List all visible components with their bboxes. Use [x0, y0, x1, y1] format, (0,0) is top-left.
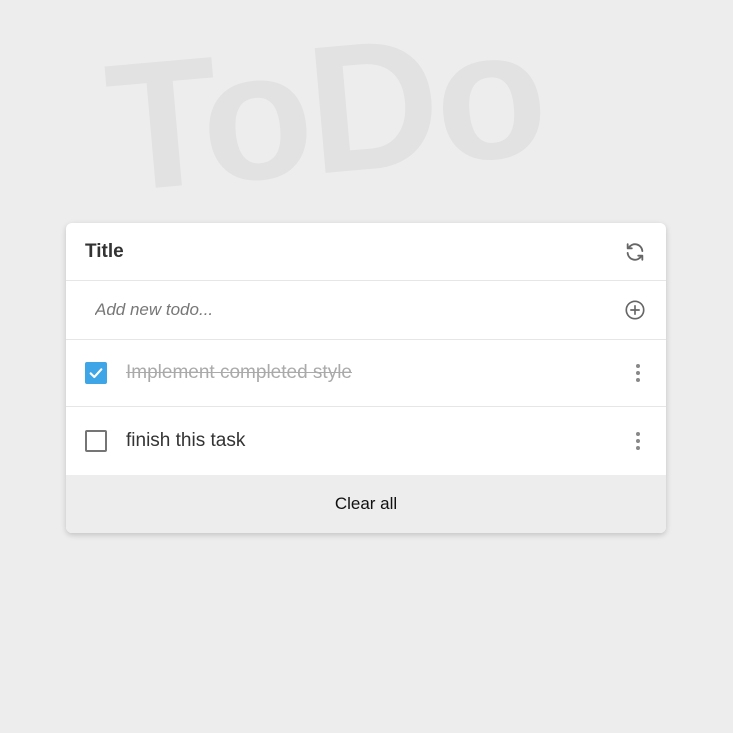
- add-circle-icon: [625, 300, 645, 320]
- todo-item: finish this task: [66, 407, 666, 474]
- clear-all-label: Clear all: [334, 494, 398, 513]
- card-title: Title: [85, 240, 124, 262]
- add-todo-row: [66, 281, 666, 340]
- todo-card: Title Implement completed style: [66, 223, 666, 533]
- todo-checkbox-checked[interactable]: [85, 362, 107, 384]
- todo-item: Implement completed style: [66, 340, 666, 407]
- todo-text: finish this task: [126, 429, 246, 451]
- clear-all-button[interactable]: Clear all: [66, 475, 666, 533]
- more-vertical-icon: [636, 364, 640, 382]
- refresh-button[interactable]: [623, 240, 647, 264]
- todo-checkbox[interactable]: [85, 429, 107, 452]
- refresh-icon: [626, 242, 644, 261]
- todo-watermark: ToDo: [99, 0, 551, 231]
- add-todo-button[interactable]: [623, 298, 647, 322]
- more-vertical-icon: [636, 431, 640, 450]
- add-todo-input[interactable]: [95, 300, 575, 320]
- todo-text: Implement completed style: [126, 362, 352, 383]
- todo-menu-button[interactable]: [626, 426, 650, 456]
- checkmark-icon: [89, 368, 103, 379]
- todo-menu-button[interactable]: [626, 358, 650, 388]
- card-header: Title: [66, 223, 666, 281]
